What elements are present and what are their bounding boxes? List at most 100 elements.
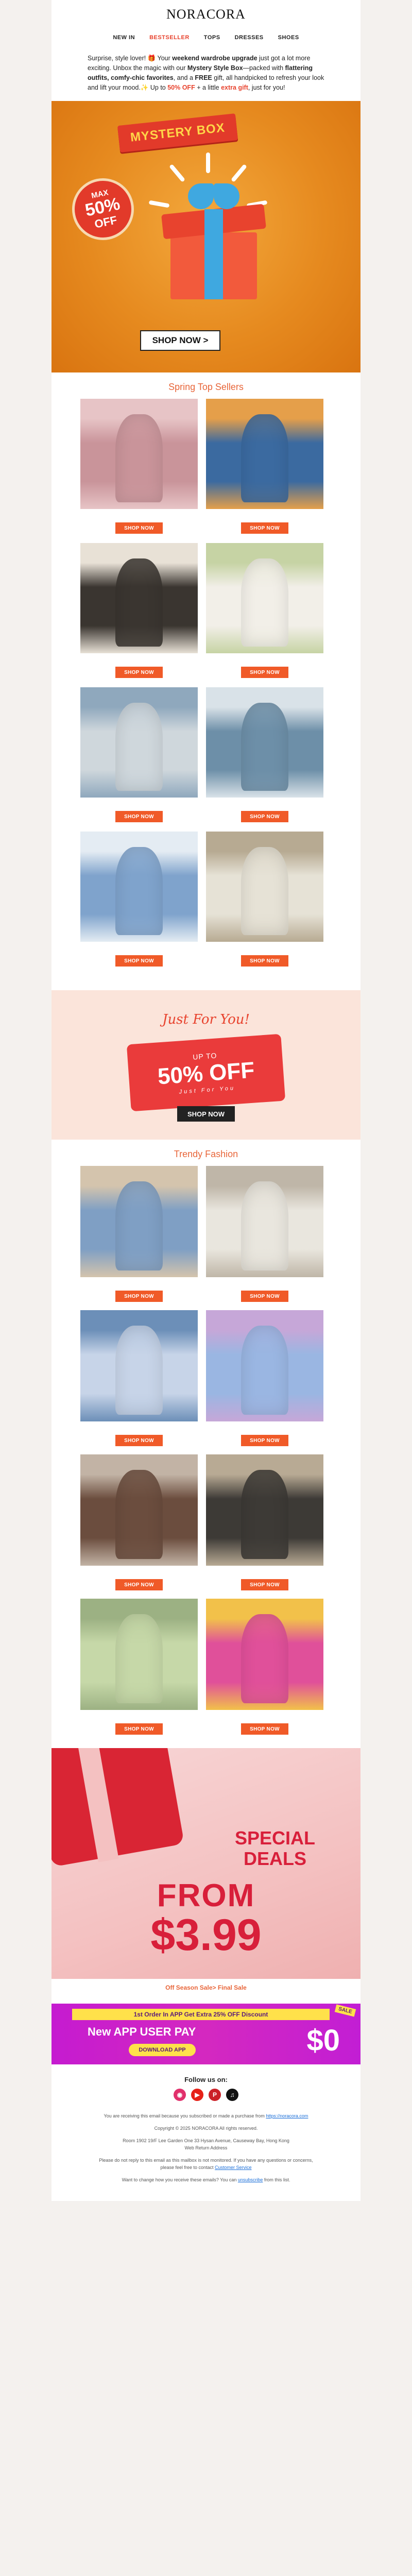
trendy-product-card[interactable]: SHOP NOW	[206, 1310, 323, 1454]
trendy-product-card[interactable]: SHOP NOW	[206, 1454, 323, 1599]
shop-now-button[interactable]: SHOP NOW	[241, 1723, 288, 1735]
shop-now-button[interactable]: SHOP NOW	[241, 1291, 288, 1302]
nav-dresses[interactable]: DRESSES	[235, 35, 264, 41]
product-image[interactable]	[206, 1599, 323, 1710]
shop-now-button[interactable]: SHOP NOW	[115, 1579, 163, 1590]
follow-us-label: Follow us on:	[184, 2076, 228, 2083]
product-image[interactable]	[80, 399, 198, 509]
product-image[interactable]	[80, 832, 198, 942]
trendy-product-card[interactable]: SHOP NOW	[80, 1310, 198, 1454]
footer-return-address: Web Return Address	[184, 2145, 228, 2150]
pinterest-icon[interactable]: P	[209, 2089, 221, 2101]
spring-product-card[interactable]: SHOP NOW	[206, 399, 323, 543]
customer-service-link[interactable]: Customer Service	[215, 2165, 252, 2170]
intro-bold: Mystery Style Box	[187, 64, 243, 72]
shop-now-button[interactable]: SHOP NOW	[241, 1579, 288, 1590]
intro-bold: weekend wardrobe upgrade	[172, 55, 258, 62]
trendy-product-card[interactable]: SHOP NOW	[80, 1454, 198, 1599]
spring-product-grid: SHOP NOW SHOP NOW SHOP NOW SHOP NOW SHOP NOW…	[52, 399, 360, 976]
shop-now-button[interactable]: SHOP NOW	[115, 1723, 163, 1735]
nav-tops[interactable]: TOPS	[204, 35, 220, 41]
trendy-product-card[interactable]: SHOP NOW	[206, 1599, 323, 1743]
shop-now-button[interactable]: SHOP NOW	[241, 1435, 288, 1446]
shop-now-button[interactable]: SHOP NOW	[241, 811, 288, 822]
shop-now-button[interactable]: SHOP NOW	[115, 667, 163, 678]
product-image[interactable]	[206, 687, 323, 798]
product-image[interactable]	[206, 399, 323, 509]
shop-now-button[interactable]: SHOP NOW	[115, 1291, 163, 1302]
product-image[interactable]	[80, 687, 198, 798]
footer-text: Want to change how you receive these ema…	[122, 2177, 238, 2182]
mystery-box-banner[interactable]: MYSTERY BOX MAX 50% OFF SHOP NOW >	[52, 101, 360, 372]
intro-discount: 50% OFF	[167, 84, 195, 91]
footer-address: Room 1902 19/F Lee Garden One 33 Hysan A…	[52, 2137, 360, 2157]
spring-product-card[interactable]: SHOP NOW	[80, 687, 198, 832]
app-headline: New APP USER PAY	[88, 2025, 196, 2038]
shop-now-button[interactable]: SHOP NOW	[115, 955, 163, 967]
spring-product-card[interactable]: SHOP NOW	[80, 832, 198, 976]
product-image[interactable]	[80, 1310, 198, 1421]
product-image[interactable]	[206, 832, 323, 942]
top-nav: NEW IN BESTSELLER TOPS DRESSES SHOES	[52, 29, 360, 46]
mystery-shop-now-button[interactable]: SHOP NOW >	[140, 330, 220, 351]
jfy-shop-now-button[interactable]: SHOP NOW	[177, 1106, 235, 1122]
deals-from: FROM	[157, 1878, 255, 1913]
gift-graphic	[52, 1748, 184, 1867]
coupon-ticket: UP TO 50% OFF Just For You	[126, 1033, 286, 1112]
trendy-product-card[interactable]: SHOP NOW	[206, 1166, 323, 1310]
spring-product-card[interactable]: SHOP NOW	[80, 543, 198, 687]
footer-text: from this list.	[263, 2177, 290, 2182]
spring-product-card[interactable]: SHOP NOW	[206, 687, 323, 832]
nav-new-in[interactable]: NEW IN	[113, 35, 135, 41]
trendy-fashion-title: Trendy Fashion	[174, 1149, 238, 1159]
trendy-product-card[interactable]: SHOP NOW	[80, 1599, 198, 1743]
just-for-you-heading: Just For You!	[162, 1012, 250, 1027]
special-deals-banner[interactable]: SPECIAL DEALS FROM $3.99	[52, 1748, 360, 1979]
intro-bold: FREE	[195, 74, 212, 81]
shop-now-button[interactable]: SHOP NOW	[241, 522, 288, 534]
spring-product-card[interactable]: SHOP NOW	[80, 399, 198, 543]
shop-now-button[interactable]: SHOP NOW	[115, 811, 163, 822]
special-deals-heading: SPECIAL DEALS	[213, 1828, 337, 1869]
deals-price: $3.99	[150, 1910, 262, 1960]
nav-bestseller[interactable]: BESTSELLER	[149, 35, 190, 41]
footer-subscription-note: You are receiving this email because you…	[52, 2112, 360, 2125]
app-download-banner[interactable]: 1st Order In APP Get Extra 25% OFF Disco…	[52, 2004, 360, 2064]
footer-unsubscribe: Want to change how you receive these ema…	[52, 2176, 360, 2189]
deals-line1: SPECIAL	[234, 1827, 316, 1849]
intro-text: , just for you!	[248, 84, 285, 91]
nav-shoes[interactable]: SHOES	[278, 35, 299, 41]
trendy-product-card[interactable]: SHOP NOW	[80, 1166, 198, 1310]
footer-site-link[interactable]: https://noracora.com	[266, 2113, 308, 2119]
product-image[interactable]	[206, 1166, 323, 1277]
youtube-icon[interactable]: ▶	[191, 2089, 203, 2101]
logo-row: NORACORA	[52, 0, 360, 29]
bottom-spacer	[52, 2189, 360, 2201]
instagram-icon[interactable]: ◉	[174, 2089, 186, 2101]
just-for-you-banner[interactable]: Just For You! UP TO 50% OFF Just For You…	[52, 990, 360, 1140]
intro-text: —packed with	[243, 64, 285, 72]
shop-now-button[interactable]: SHOP NOW	[115, 522, 163, 534]
sale-tag: SALE	[335, 2004, 356, 2017]
shop-now-button[interactable]: SHOP NOW	[241, 955, 288, 967]
product-image[interactable]	[80, 1454, 198, 1566]
unsubscribe-link[interactable]: unsubscribe	[238, 2177, 263, 2182]
shop-now-button[interactable]: SHOP NOW	[115, 1435, 163, 1446]
brand-logo[interactable]: NORACORA	[166, 7, 246, 22]
product-image[interactable]	[80, 1166, 198, 1277]
product-image[interactable]	[206, 1310, 323, 1421]
shop-now-button[interactable]: SHOP NOW	[241, 667, 288, 678]
download-app-button[interactable]: DOWNLOAD APP	[129, 2044, 196, 2056]
spring-product-card[interactable]: SHOP NOW	[206, 832, 323, 976]
product-image[interactable]	[80, 1599, 198, 1710]
product-image[interactable]	[206, 1454, 323, 1566]
product-image[interactable]	[206, 543, 323, 653]
spring-product-card[interactable]: SHOP NOW	[206, 543, 323, 687]
intro-gift: extra gift	[221, 84, 248, 91]
tiktok-icon[interactable]: ♫	[226, 2089, 238, 2101]
product-image[interactable]	[80, 543, 198, 653]
offseason-sale-link[interactable]: Off Season Sale> Final Sale	[52, 1979, 360, 1996]
footer-no-reply: Please do not reply to this email as thi…	[52, 2157, 360, 2176]
footer-copyright: Copyright © 2025 NORACORA All rights res…	[154, 2126, 258, 2131]
coupon-value: 50% OFF	[157, 1057, 255, 1090]
